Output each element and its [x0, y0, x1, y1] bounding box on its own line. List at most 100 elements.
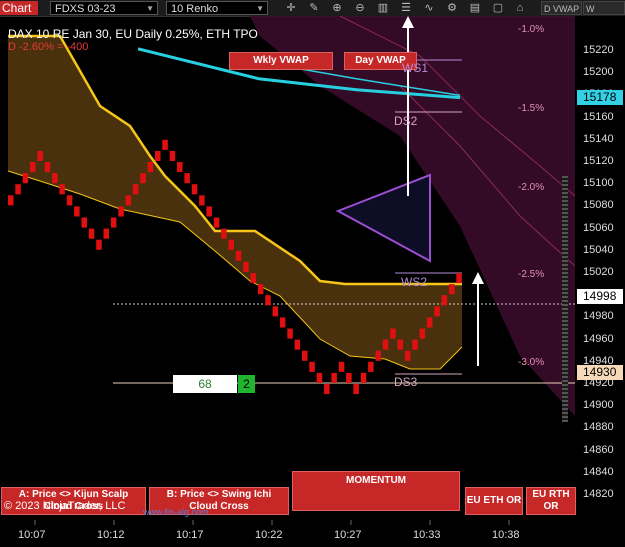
time-tick: 10:07 [18, 529, 46, 541]
renko-brick [397, 339, 403, 350]
signal-counter: 68 [173, 375, 237, 393]
renko-brick [250, 273, 256, 284]
zoom-out-icon[interactable]: ⊖ [352, 1, 368, 15]
renko-brick [162, 139, 168, 150]
price-tick: 15040 [583, 243, 614, 256]
renko-brick [140, 173, 146, 184]
renko-brick [426, 317, 433, 328]
chart-tab[interactable]: Chart [0, 1, 38, 15]
renko-brick [382, 339, 389, 350]
price-tick: 14980 [583, 310, 614, 323]
renko-brick [81, 217, 87, 228]
time-tick: 10:33 [413, 529, 441, 541]
level-price-badge: 14930 [577, 364, 623, 380]
pencil-icon[interactable]: ✎ [306, 1, 322, 15]
price-tick: 14860 [583, 443, 614, 456]
renko-brick [228, 239, 234, 250]
price-tick: 14840 [583, 465, 614, 478]
price-tick: 15140 [583, 132, 614, 145]
price-tick: 14820 [583, 488, 614, 500]
daily-change-label: D -2.60% = -400 [8, 41, 89, 53]
renko-brick [434, 306, 440, 317]
renko-brick [265, 295, 271, 306]
ds3-label: DS3 [394, 375, 418, 389]
renko-brick [441, 295, 448, 306]
chevron-down-icon: ▼ [146, 4, 154, 13]
renko-brick [309, 361, 315, 372]
renko-brick [368, 361, 374, 372]
renko-brick [191, 184, 198, 195]
templates-icon[interactable]: ▤ [467, 1, 483, 15]
renko-brick [449, 284, 455, 295]
price-tick: 15220 [583, 44, 614, 56]
price-tick: 15080 [583, 199, 614, 212]
chart-type-selector[interactable]: 10 Renko ▼ [166, 1, 268, 15]
chart-type-value: 10 Renko [171, 3, 219, 15]
renko-brick [52, 173, 58, 184]
price-tick: 15100 [583, 177, 614, 190]
weekly-vwap-button[interactable]: Wkly VWAP [229, 52, 333, 70]
renko-brick [324, 384, 330, 395]
renko-brick [257, 284, 264, 295]
renko-brick [316, 372, 323, 383]
renko-brick [353, 384, 359, 395]
crosshair-icon[interactable]: ✛ [283, 1, 299, 15]
strategies-icon[interactable]: ⚙ [444, 1, 460, 15]
instrument-selector[interactable]: FDXS 03-23 ▼ [50, 1, 158, 15]
w-vwap-tab[interactable]: W VWAP [583, 1, 625, 28]
renko-brick [404, 350, 411, 361]
chevron-down-icon: ▼ [256, 4, 264, 13]
signal-counter-badge: 2 [238, 375, 255, 393]
renko-brick [243, 261, 249, 272]
percent-label: -1.5% [518, 102, 545, 114]
renko-brick [147, 162, 154, 173]
renko-brick [199, 195, 205, 206]
price-tick: 14880 [583, 421, 614, 434]
renko-brick [294, 339, 301, 350]
renko-brick [221, 228, 227, 239]
lock-icon[interactable]: ⌂ [512, 1, 528, 15]
renko-brick [287, 328, 293, 339]
renko-brick [8, 195, 14, 206]
toolbar: Chart FDXS 03-23 ▼ 10 Renko ▼ ✛ ✎ ⊕ ⊖ ▥ ☰ … [0, 0, 625, 28]
zoom-in-icon[interactable]: ⊕ [329, 1, 345, 15]
renko-brick [206, 206, 212, 217]
renko-brick [331, 372, 337, 383]
time-axis[interactable]: 10:07 10:12 10:17 10:22 10:27 10:33 10:38 [0, 525, 625, 547]
renko-brick [37, 150, 43, 161]
copyright-text: © 2023 NinjaTrader, LLC [4, 500, 126, 512]
time-tick: 10:22 [255, 529, 283, 541]
renko-brick [125, 195, 132, 206]
price-tick: 15160 [583, 110, 614, 123]
bar-chart-icon[interactable]: ▥ [375, 1, 391, 15]
momentum-button[interactable]: MOMENTUM [292, 471, 460, 511]
website-link[interactable]: www.fin-alg.com [143, 507, 209, 517]
d-vwap-tab[interactable]: D VWAP [541, 1, 583, 15]
price-tick: 15120 [583, 155, 614, 167]
price-chart[interactable] [0, 16, 575, 525]
instrument-value: FDXS 03-23 [55, 3, 116, 15]
percent-label: -3.0% [518, 356, 545, 368]
swing-ichi-label: B: Price <> Swing Ichi [166, 489, 272, 500]
window-icon[interactable]: ▢ [490, 1, 506, 15]
indicators-icon[interactable]: ∿ [421, 1, 437, 15]
renko-brick [15, 184, 21, 195]
renko-brick [155, 150, 161, 161]
price-tick: 15200 [583, 66, 614, 79]
renko-brick [177, 162, 183, 173]
renko-brick [184, 173, 190, 184]
current-price-badge: 15178 [577, 89, 623, 105]
price-axis[interactable]: 1522015200151801516015140151201510015080… [575, 16, 625, 525]
renko-brick [88, 228, 95, 239]
renko-brick [279, 317, 286, 328]
properties-icon[interactable]: ☰ [398, 1, 414, 15]
renko-brick [456, 273, 462, 284]
renko-brick [59, 184, 65, 195]
chart-info-line: DAX 10 RE Jan 30, EU Daily 0.25%, ETH TP… [8, 27, 258, 41]
renko-brick [132, 184, 139, 195]
eu-eth-or-button[interactable]: EU ETH OR [465, 487, 523, 515]
ws1-label: WS1 [402, 61, 429, 75]
renko-brick [338, 361, 345, 372]
renko-brick [110, 217, 117, 228]
eu-rth-or-button[interactable]: EU RTH OR [526, 487, 576, 515]
